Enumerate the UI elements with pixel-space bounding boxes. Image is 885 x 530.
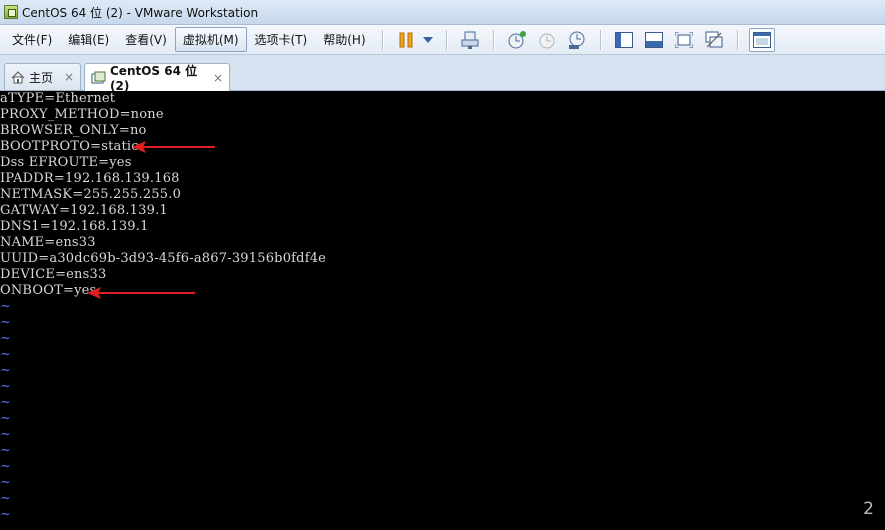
toolbar-separator — [736, 29, 738, 50]
menu-bar: 文件(F) 编辑(E) 查看(V) 虚拟机(M) 选项卡(T) 帮助(H) — [0, 25, 885, 55]
menu-file[interactable]: 文件(F) — [4, 27, 60, 52]
tab-bar: 主页 × CentOS 64 位 (2) × — [0, 55, 885, 93]
window-title: CentOS 64 位 (2) - VMware Workstation — [22, 5, 259, 20]
config-line-bootproto: BOOTPROTO=static — [0, 139, 139, 154]
config-line: Dss EFROUTE=yes — [0, 155, 132, 170]
dropdown-arrow-icon[interactable] — [421, 29, 435, 51]
view-sidebar-icon[interactable] — [612, 29, 636, 51]
vim-empty-line-tilde: ~ — [0, 475, 12, 490]
tab-home-label: 主页 — [29, 70, 54, 85]
full-screen-icon[interactable] — [672, 29, 696, 51]
home-icon — [11, 70, 25, 84]
title-bar: CentOS 64 位 (2) - VMware Workstation — [0, 0, 885, 25]
config-line: DEVICE=ens33 — [0, 267, 107, 282]
snapshot-manager-icon[interactable] — [565, 29, 589, 51]
vim-empty-line-tilde: ~ — [0, 315, 12, 330]
menu-vm[interactable]: 虚拟机(M) — [174, 27, 247, 52]
toolbar-separator — [492, 29, 494, 50]
toolbar-separator — [445, 29, 447, 50]
tab-centos-close-icon[interactable]: × — [213, 71, 223, 85]
vim-empty-line-tilde: ~ — [0, 459, 12, 474]
vim-empty-line-tilde: ~ — [0, 491, 12, 506]
vim-empty-line-tilde: ~ — [0, 427, 12, 442]
vim-empty-line-tilde: ~ — [0, 363, 12, 378]
tab-home[interactable]: 主页 × — [4, 63, 81, 90]
vim-empty-line-tilde: ~ — [0, 507, 12, 522]
view-console-icon[interactable] — [642, 29, 666, 51]
annotation-arrow-bootproto — [132, 141, 215, 153]
vm-console[interactable]: aTYPE=Ethernet PROXY_METHOD=none BROWSER… — [0, 91, 885, 530]
tab-home-close-icon[interactable]: × — [64, 70, 74, 84]
snapshot-take-icon[interactable] — [505, 29, 529, 51]
pause-icon[interactable] — [394, 29, 418, 51]
vim-empty-line-tilde: ~ — [0, 443, 12, 458]
vm-icon — [91, 71, 106, 85]
config-line-netmask: NETMASK=255.255.255.0 — [0, 187, 182, 202]
config-line: BROWSER_ONLY=no — [0, 123, 147, 138]
vmware-app-icon — [4, 5, 18, 19]
corner-page-number: 2 — [863, 499, 874, 519]
menu-tabs[interactable]: 选项卡(T) — [247, 27, 316, 52]
view-thumbnail-icon[interactable] — [748, 27, 775, 52]
tab-centos-label: CentOS 64 位 (2) — [110, 64, 198, 93]
menu-view[interactable]: 查看(V) — [117, 27, 175, 52]
unity-icon[interactable] — [702, 29, 726, 51]
send-ctrl-alt-del-icon[interactable] — [458, 29, 482, 51]
snapshot-revert-icon[interactable] — [535, 29, 559, 51]
config-line-gateway: GATWAY=192.168.139.1 — [0, 203, 168, 218]
config-line: PROXY_METHOD=none — [0, 107, 164, 122]
config-line-onboot: ONBOOT=yes — [0, 283, 97, 298]
vim-empty-line-tilde: ~ — [0, 379, 12, 394]
annotation-arrow-onboot — [87, 287, 195, 299]
toolbar-separator — [381, 29, 383, 50]
vim-empty-line-tilde: ~ — [0, 395, 12, 410]
config-line: NAME=ens33 — [0, 235, 96, 250]
menu-help[interactable]: 帮助(H) — [315, 27, 373, 52]
config-line-dns: DNS1=192.168.139.1 — [0, 219, 149, 234]
config-line: aTYPE=Ethernet — [0, 91, 116, 106]
config-line-ipaddr: IPADDR=192.168.139.168 — [0, 171, 180, 186]
vim-empty-line-tilde: ~ — [0, 411, 12, 426]
vim-empty-line-tilde: ~ — [0, 347, 12, 362]
vim-empty-line-tilde: ~ — [0, 299, 12, 314]
tab-centos-vm[interactable]: CentOS 64 位 (2) × — [84, 63, 230, 93]
toolbar-separator — [599, 29, 601, 50]
config-line-uuid: UUID=a30dc69b-3d93-45f6-a867-39156b0fdf4… — [0, 251, 327, 266]
vim-empty-line-tilde: ~ — [0, 331, 12, 346]
menu-edit[interactable]: 编辑(E) — [60, 27, 117, 52]
